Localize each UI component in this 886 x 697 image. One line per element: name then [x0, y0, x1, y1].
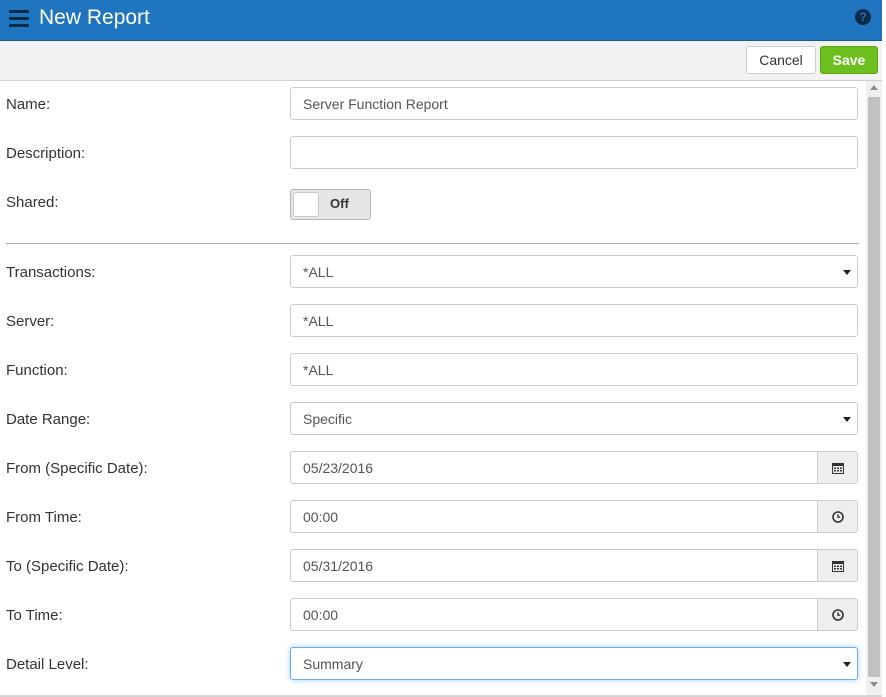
toggle-knob	[293, 192, 319, 217]
from-time-input[interactable]: 00:00	[290, 500, 818, 533]
dropdown-caret-icon	[843, 270, 851, 275]
calendar-icon[interactable]	[817, 451, 858, 484]
transactions-select[interactable]: *ALL	[290, 255, 858, 288]
report-form: Name: Server Function Report Description…	[0, 81, 866, 695]
cancel-button[interactable]: Cancel	[746, 46, 816, 74]
date-range-value: Specific	[303, 410, 353, 427]
scrollbar-thumb[interactable]	[868, 97, 880, 677]
title-bar: New Report ?	[0, 0, 882, 41]
description-input[interactable]	[290, 136, 858, 169]
to-date-label: To (Specific Date):	[6, 558, 129, 575]
detail-level-label: Detail Level:	[6, 656, 89, 673]
scroll-down-arrow-icon[interactable]	[870, 682, 878, 687]
clock-icon[interactable]	[817, 500, 858, 533]
name-label: Name:	[6, 96, 51, 113]
scroll-up-arrow-icon[interactable]	[870, 85, 878, 90]
dropdown-caret-icon	[843, 662, 851, 667]
toggle-state-text: Off	[330, 196, 349, 211]
shared-toggle[interactable]: Off	[290, 189, 371, 220]
action-toolbar: Cancel Save	[0, 41, 882, 81]
to-date-input[interactable]: 05/31/2016	[290, 549, 818, 582]
hamburger-menu-icon[interactable]	[9, 10, 29, 28]
dropdown-caret-icon	[843, 417, 851, 422]
transactions-value: *ALL	[303, 263, 334, 280]
detail-level-value: Summary	[303, 655, 363, 672]
to-time-label: To Time:	[6, 607, 63, 624]
save-button[interactable]: Save	[820, 46, 878, 74]
from-time-label: From Time:	[6, 509, 82, 526]
shared-label: Shared:	[6, 194, 59, 211]
clock-icon[interactable]	[817, 598, 858, 631]
section-divider	[6, 243, 859, 244]
vertical-scrollbar[interactable]	[866, 81, 882, 695]
from-date-label: From (Specific Date):	[6, 460, 148, 477]
server-input[interactable]: *ALL	[290, 304, 858, 337]
transactions-label: Transactions:	[6, 264, 96, 281]
server-label: Server:	[6, 313, 55, 330]
help-icon[interactable]: ?	[855, 9, 871, 25]
date-range-label: Date Range:	[6, 411, 91, 428]
from-date-input[interactable]: 05/23/2016	[290, 451, 818, 484]
to-time-input[interactable]: 00:00	[290, 598, 818, 631]
name-input[interactable]: Server Function Report	[290, 87, 858, 120]
detail-level-select[interactable]: Summary	[290, 647, 858, 680]
date-range-select[interactable]: Specific	[290, 402, 858, 435]
description-label: Description:	[6, 145, 86, 162]
calendar-icon[interactable]	[817, 549, 858, 582]
function-input[interactable]: *ALL	[290, 353, 858, 386]
page-title: New Report	[39, 6, 150, 29]
function-label: Function:	[6, 362, 68, 379]
